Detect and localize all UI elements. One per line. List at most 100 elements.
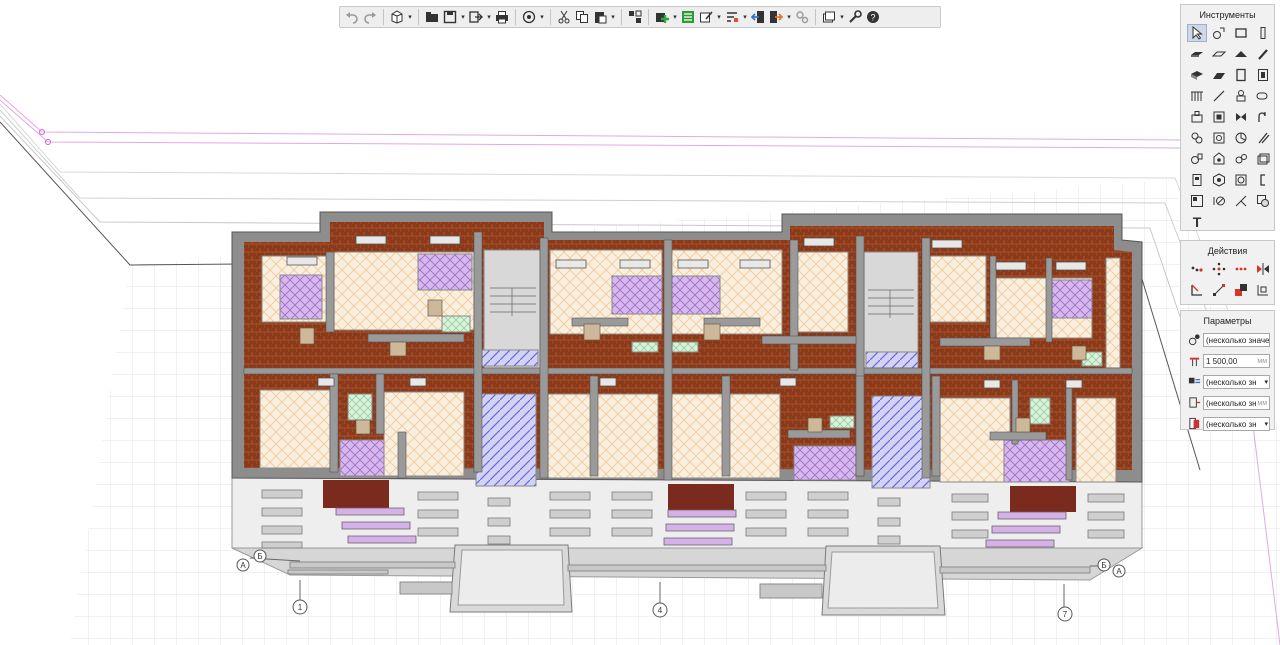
outlet-tool-icon[interactable] [1209,150,1229,168]
fitting-tool-icon[interactable] [1187,129,1207,147]
offset-icon[interactable] [1231,281,1251,299]
material-param-field[interactable]: (несколько значе [1203,332,1270,347]
axis-col-label: 1 [298,603,303,612]
device-tool-icon[interactable] [1187,150,1207,168]
toolbar-separator [815,9,816,25]
orbit-icon[interactable] [521,9,537,25]
paste-icon[interactable] [592,9,608,25]
3d-viewport[interactable]: Б А Б А 1 4 7 [0,0,1280,645]
add-element-icon[interactable] [654,9,670,25]
panel-tool-icon[interactable] [1209,108,1229,126]
param-row-style: (несколько зн ▾ [1181,414,1274,433]
luminaire-tool-icon[interactable] [1253,150,1273,168]
cabinet-tool-icon[interactable] [1231,171,1251,189]
redo-icon[interactable] [362,9,378,25]
layers-icon[interactable] [627,9,643,25]
chevron-down-icon[interactable]: ▾ [742,13,748,21]
valve-tool-icon[interactable] [1231,108,1251,126]
offset-param-field[interactable]: (несколько зн мм [1203,395,1270,410]
sensor-tool-icon[interactable] [1231,129,1251,147]
door-tool-icon[interactable] [1231,66,1251,84]
copy-icon[interactable] [574,9,590,25]
chevron-down-icon[interactable]: ▾ [539,13,545,21]
railing-tool-icon[interactable] [1187,87,1207,105]
save-icon[interactable] [442,9,458,25]
dimension-tool-icon[interactable] [1209,192,1229,210]
axis-row-label: А [240,561,246,570]
level-icon[interactable] [724,9,740,25]
array-icon[interactable] [1231,260,1251,278]
chevron-down-icon[interactable]: ▾ [407,13,413,21]
align-icon[interactable] [1253,281,1273,299]
layer-param-select[interactable]: (несколько зн ▾ [1203,374,1270,389]
parameters-panel-title: Параметры [1203,316,1252,326]
undo-icon[interactable] [344,9,360,25]
pipe-tool-icon[interactable] [1253,87,1273,105]
rectangle-tool-icon[interactable] [1231,24,1251,42]
axis-col-label: 4 [658,606,663,615]
chevron-down-icon[interactable]: ▾ [672,13,678,21]
list-icon[interactable] [680,9,696,25]
rotate-points-icon[interactable] [1209,260,1229,278]
view-cube-icon[interactable] [389,9,405,25]
node-tool-icon[interactable] [1209,171,1229,189]
stair-tool-icon[interactable] [1209,66,1229,84]
select-arrow-icon[interactable] [1187,24,1207,42]
toolbar-separator [648,9,649,25]
duct-tool-icon[interactable] [1253,108,1273,126]
beam-tool-icon[interactable] [1187,66,1207,84]
height-param-field[interactable]: 1 500,00 мм [1203,353,1270,368]
wall-tool-icon[interactable] [1187,45,1207,63]
space-tool-icon[interactable] [1187,192,1207,210]
style-param-icon [1185,417,1203,431]
toolbar-separator [418,9,419,25]
toolbar-separator [550,9,551,25]
pencil-tool-icon[interactable] [1253,45,1273,63]
meter-tool-icon[interactable] [1187,171,1207,189]
mirror-icon[interactable] [1253,260,1273,278]
slab-tool-icon[interactable] [1209,45,1229,63]
param-row-height: 1 500,00 мм [1181,351,1274,370]
axis-row-label: А [1116,567,1122,576]
window-tool-icon[interactable] [1253,66,1273,84]
export-arrow-icon[interactable] [768,9,784,25]
chevron-down-icon: ▾ [1263,375,1268,388]
equipment-tool-icon[interactable] [1187,108,1207,126]
gears-icon[interactable] [794,9,810,25]
cable-tray-tool-icon[interactable] [1253,129,1273,147]
print-icon[interactable] [494,9,510,25]
switch-tool-icon[interactable] [1231,150,1251,168]
furniture-tool-icon[interactable] [1231,87,1251,105]
help-icon[interactable]: ? [865,9,881,25]
bracket-tool-icon[interactable] [1253,171,1273,189]
terminal-tool-icon[interactable] [1209,129,1229,147]
material-icon[interactable] [698,9,714,25]
stretch-icon[interactable] [1187,281,1207,299]
chevron-down-icon[interactable]: ▾ [486,13,492,21]
roof-tool-icon[interactable] [1231,45,1251,63]
line-tool-icon[interactable] [1209,87,1229,105]
object-tool-icon[interactable] [1209,24,1229,42]
chevron-down-icon[interactable]: ▾ [460,13,466,21]
chevron-down-icon[interactable]: ▾ [716,13,722,21]
style-param-value: (несколько зн [1206,419,1257,429]
trim-tool-icon[interactable] [1231,192,1251,210]
wrench-icon[interactable] [847,9,863,25]
actions-panel: Действия [1180,240,1275,305]
chevron-down-icon[interactable]: ▾ [610,13,616,21]
open-folder-icon[interactable] [424,9,440,25]
chevron-down-icon[interactable]: ▾ [839,13,845,21]
visibility-icon[interactable] [821,9,837,25]
text-tool-icon[interactable]: T [1187,213,1207,231]
column-tool-icon[interactable] [1253,24,1273,42]
scale-icon[interactable] [1209,281,1229,299]
cut-icon[interactable] [556,9,572,25]
section-tool-icon[interactable] [1253,192,1273,210]
move-points-icon[interactable] [1187,260,1207,278]
style-param-select[interactable]: (несколько зн ▾ [1203,416,1270,431]
material-param-icon [1185,333,1203,347]
import-icon[interactable] [750,9,766,25]
chevron-down-icon[interactable]: ▾ [786,13,792,21]
offset-param-unit: мм [1257,399,1267,407]
export-icon[interactable] [468,9,484,25]
